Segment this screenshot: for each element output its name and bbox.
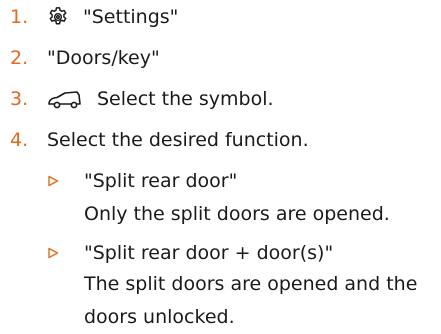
- step-text: Select the symbol.: [97, 88, 274, 110]
- option-description: The split doors are opened and the doors…: [84, 273, 418, 328]
- step-number: 3.: [10, 88, 29, 110]
- step-text: "Settings": [83, 6, 179, 28]
- triangle-right-icon: [47, 247, 84, 259]
- option-description: Only the split doors are opened.: [84, 203, 390, 225]
- option-2: "Split rear door + door(s)": [47, 239, 333, 267]
- car-icon: [47, 88, 83, 110]
- step-number: 4.: [10, 129, 29, 151]
- triangle-right-icon: [47, 175, 84, 187]
- option-1: "Split rear door": [47, 167, 237, 195]
- step-2: 2. "Doors/key": [10, 44, 160, 72]
- gear-icon: [47, 6, 69, 28]
- step-1: 1. "Settings": [10, 3, 178, 31]
- step-4: 4. Select the desired function.: [10, 126, 309, 154]
- option-label: "Split rear door": [84, 170, 238, 192]
- option-label: "Split rear door + door(s)": [84, 242, 334, 264]
- step-text: "Doors/key": [47, 47, 160, 69]
- step-number: 2.: [10, 47, 29, 69]
- step-text: Select the desired function.: [47, 129, 309, 151]
- step-number: 1.: [10, 6, 29, 28]
- step-3: 3. Select the symbol.: [10, 85, 274, 113]
